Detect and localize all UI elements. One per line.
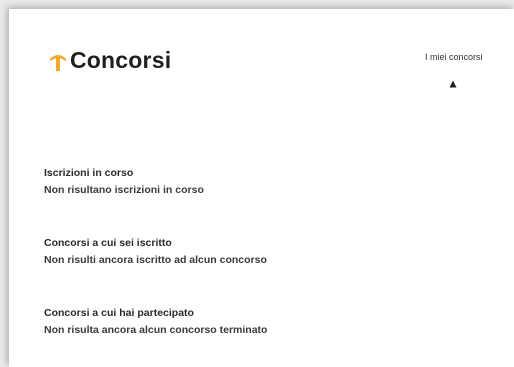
section-title: Iscrizioni in corso — [44, 167, 134, 179]
contest-sections: Iscrizioni in corso Non risultano iscriz… — [9, 9, 514, 367]
section-ongoing-registrations: Iscrizioni in corso Non risultano iscriz… — [44, 165, 514, 199]
section-registered-contests: Concorsi a cui sei iscritto Non risulti … — [44, 235, 514, 269]
section-participated-contests: Concorsi a cui hai partecipato Non risul… — [44, 305, 514, 339]
section-empty-message: Non risulta ancora alcun concorso termin… — [44, 324, 268, 336]
section-title: Concorsi a cui sei iscritto — [44, 237, 172, 249]
section-title: Concorsi a cui hai partecipato — [44, 307, 194, 319]
section-empty-message: Non risultano iscrizioni in corso — [44, 184, 204, 196]
section-empty-message: Non risulti ancora iscritto ad alcun con… — [44, 254, 267, 266]
page-container: Concorsi I miei concorsi Iscrizioni in c… — [9, 9, 514, 367]
